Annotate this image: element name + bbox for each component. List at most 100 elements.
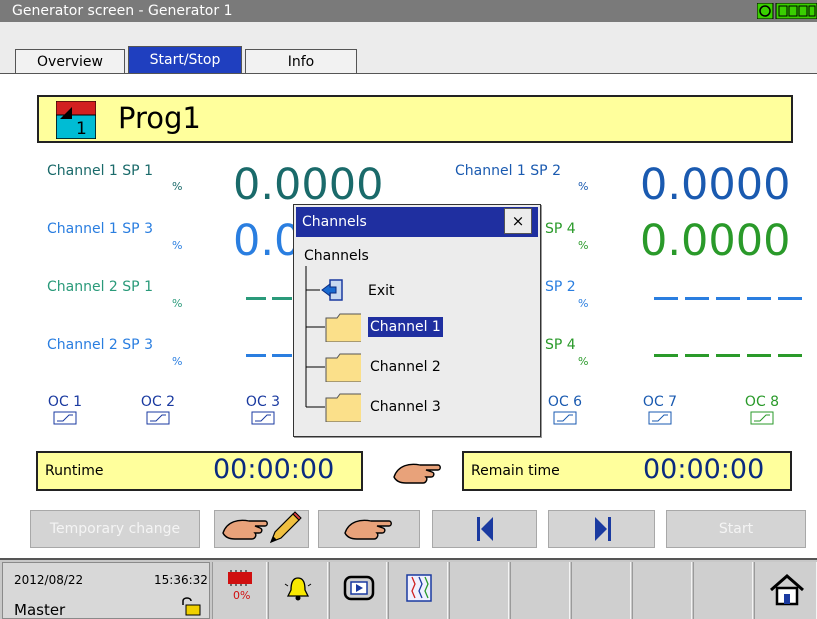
- relay-switch-icon: [146, 411, 170, 425]
- home-button[interactable]: [754, 562, 817, 619]
- tab-label: Info: [287, 54, 315, 70]
- channel-label: Channel 2 SP 1: [47, 279, 153, 295]
- trend-chart-icon: [406, 574, 432, 602]
- memory-card-icon: [228, 570, 252, 586]
- channel-unit: %: [578, 239, 589, 252]
- exit-door-icon: [321, 279, 343, 301]
- relay-switch-icon: [251, 411, 275, 425]
- previous-step-button[interactable]: [432, 510, 537, 548]
- remain-time-label: Remain time: [471, 463, 560, 479]
- tree-item-label: Channel 2: [370, 359, 441, 375]
- window-title-bar: Generator screen - Generator 1: [0, 0, 817, 22]
- oc-indicator[interactable]: OC 6: [545, 394, 585, 430]
- memory-status-button[interactable]: 0%: [212, 562, 267, 619]
- hand-icon: [344, 519, 392, 540]
- channel-unit: %: [172, 297, 183, 310]
- lock-icon: [182, 597, 201, 616]
- hand-pencil-icon: [222, 511, 302, 544]
- connection-status-icon: [756, 2, 817, 20]
- tree-item-label: Channel 1: [368, 317, 443, 337]
- channel-label: SP 2: [545, 279, 576, 295]
- oc-indicator[interactable]: OC 3: [243, 394, 283, 430]
- tree-item-channel-3[interactable]: Channel 3: [325, 392, 490, 424]
- status-indicators: [756, 2, 817, 20]
- program-number: 1: [76, 119, 87, 139]
- relay-switch-icon: [53, 411, 77, 425]
- oc-label: OC 1: [47, 394, 83, 410]
- hand-button[interactable]: [318, 510, 420, 548]
- empty-slot[interactable]: [693, 562, 753, 619]
- next-step-button[interactable]: [548, 510, 655, 548]
- tab-start-stop[interactable]: Start/Stop: [128, 46, 242, 74]
- tab-label: Overview: [37, 54, 103, 70]
- display-switch-icon: [343, 575, 375, 601]
- tree-root-label: Channels: [304, 248, 369, 264]
- channel-unit: %: [578, 180, 589, 193]
- oc-label: OC 8: [744, 394, 780, 410]
- channel-label: Channel 1 SP 3: [47, 221, 153, 237]
- channel-label: Channel 2 SP 3: [47, 337, 153, 353]
- program-name: Prog1: [118, 101, 201, 135]
- channel-value-empty: [246, 297, 294, 300]
- dialog-title-bar: Channels: [296, 207, 538, 237]
- channel-unit: %: [578, 355, 589, 368]
- oc-indicator[interactable]: OC 2: [138, 394, 178, 430]
- status-time: 15:36:32: [154, 573, 208, 587]
- empty-slot[interactable]: [510, 562, 570, 619]
- channel-value: 0.0000: [640, 216, 791, 266]
- channel-value-empty: [654, 297, 804, 300]
- tree-item-channel-2[interactable]: Channel 2: [325, 352, 490, 384]
- tree-item-exit[interactable]: Exit: [320, 278, 410, 302]
- oc-label: OC 7: [642, 394, 678, 410]
- oc-indicator[interactable]: OC 7: [640, 394, 680, 430]
- step-forward-icon: [595, 517, 611, 541]
- hand-icon: [393, 463, 441, 484]
- channel-value-empty: [246, 354, 294, 357]
- channel-value-empty: [654, 354, 804, 357]
- oc-label: OC 6: [547, 394, 583, 410]
- status-user: Master: [14, 601, 66, 619]
- tab-info[interactable]: Info: [245, 49, 357, 74]
- channel-unit: %: [172, 180, 183, 193]
- status-info-panel: 2012/08/22 15:36:32 Master: [2, 562, 210, 619]
- oc-indicator[interactable]: OC 1: [45, 394, 85, 430]
- oc-label: OC 2: [140, 394, 176, 410]
- window-title: Generator screen - Generator 1: [12, 3, 233, 19]
- trend-button[interactable]: [388, 562, 448, 619]
- hand-edit-button[interactable]: [214, 510, 309, 548]
- folder-icon: [325, 393, 361, 422]
- program-icon[interactable]: 1: [56, 101, 96, 139]
- alarm-bell-icon: [284, 577, 312, 601]
- display-button[interactable]: [329, 562, 387, 619]
- runtime-value: 00:00:00: [213, 454, 335, 485]
- home-icon: [770, 574, 804, 606]
- channel-label: Channel 1 SP 2: [455, 163, 561, 179]
- tree-item-channel-1[interactable]: Channel 1: [325, 312, 490, 344]
- button-label: Start: [718, 521, 754, 537]
- channel-unit: %: [578, 297, 589, 310]
- tree-item-label: Channel 3: [370, 399, 441, 415]
- relay-switch-icon: [648, 411, 672, 425]
- relay-switch-icon: [553, 411, 577, 425]
- runtime-label: Runtime: [45, 463, 104, 479]
- channel-unit: %: [172, 239, 183, 252]
- empty-slot[interactable]: [632, 562, 692, 619]
- button-label: Temporary change: [49, 521, 181, 537]
- empty-slot[interactable]: [571, 562, 631, 619]
- empty-slot[interactable]: [449, 562, 509, 619]
- channel-label: SP 4: [545, 221, 576, 237]
- temporary-change-button[interactable]: Temporary change: [30, 510, 200, 548]
- channel-label: SP 4: [545, 337, 576, 353]
- dialog-close-button[interactable]: ×: [504, 208, 532, 234]
- channel-value: 0.0: [233, 216, 302, 266]
- tree-item-label: Exit: [368, 283, 395, 299]
- oc-indicator[interactable]: OC 8: [742, 394, 782, 430]
- alarm-button[interactable]: [268, 562, 328, 619]
- relay-switch-icon: [750, 411, 774, 425]
- close-icon: ×: [511, 212, 525, 230]
- start-button[interactable]: Start: [666, 510, 806, 548]
- tab-overview[interactable]: Overview: [15, 49, 125, 74]
- dialog-title: Channels: [302, 214, 367, 230]
- channel-unit: %: [172, 355, 183, 368]
- channel-value: 0.0000: [640, 160, 791, 210]
